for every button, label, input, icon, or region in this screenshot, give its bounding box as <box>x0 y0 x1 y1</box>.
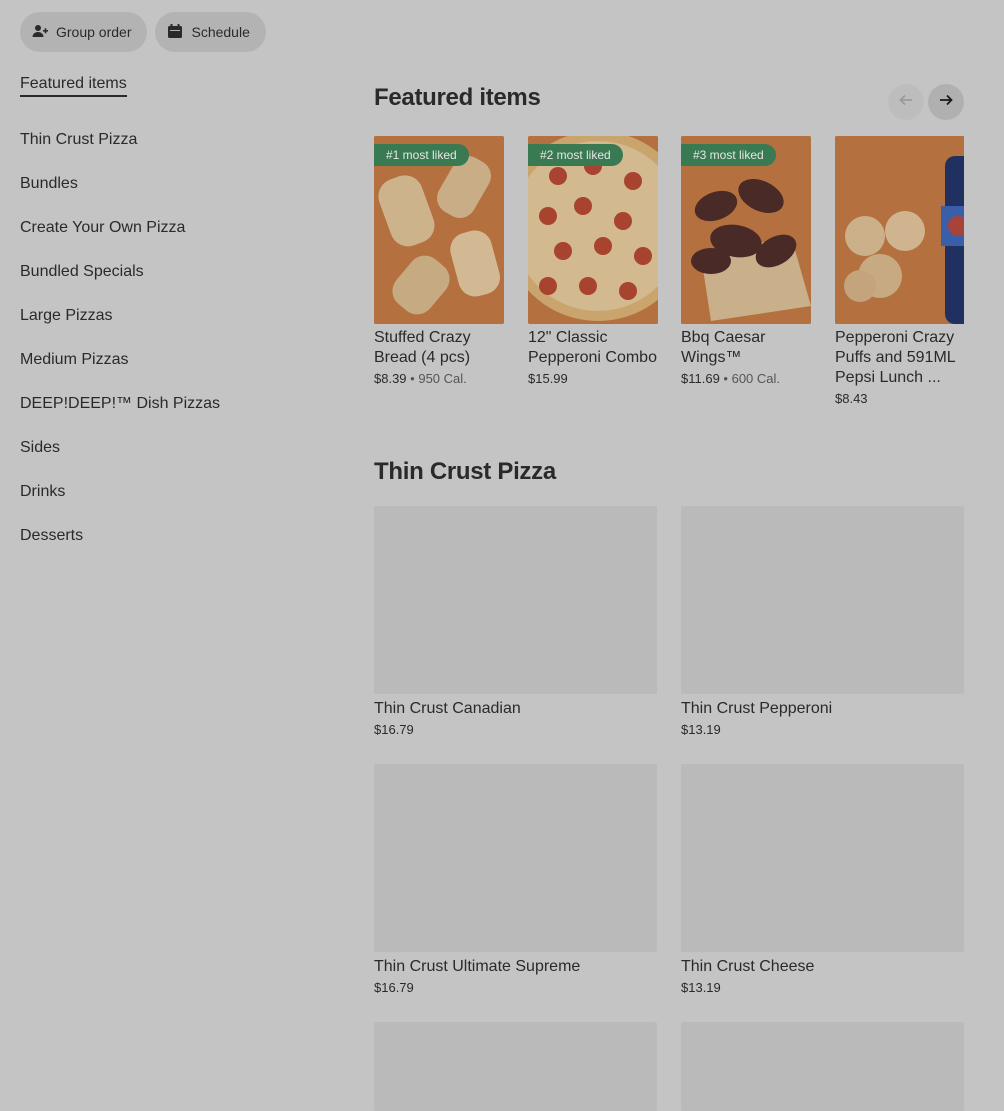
menu-item-image-placeholder <box>374 1022 657 1111</box>
menu-item-card[interactable] <box>681 1022 964 1111</box>
featured-item-price: $15.99 <box>528 371 568 386</box>
menu-item-name: Thin Crust Pepperoni <box>681 700 833 717</box>
sidebar-item-drinks[interactable]: Drinks <box>20 470 320 514</box>
pepperoni-pizza-image: #2 most liked <box>528 136 658 324</box>
menu-item-price: $13.19 <box>681 722 721 737</box>
sidebar-item-sides[interactable]: Sides <box>20 426 320 470</box>
featured-item-price: $11.69 <box>681 371 720 386</box>
menu-item-card[interactable]: Thin Crust Canadian $16.79 <box>374 506 657 737</box>
featured-item-name: Bbq Caesar Wings™ <box>681 329 766 366</box>
featured-item-calories: • 600 Cal. <box>723 371 781 386</box>
schedule-label: Schedule <box>191 24 250 40</box>
sidebar-item-medium-pizzas[interactable]: Medium Pizzas <box>20 338 320 382</box>
menu-item-image-placeholder <box>374 506 657 694</box>
sidebar-item-large-pizzas[interactable]: Large Pizzas <box>20 294 320 338</box>
arrow-right-icon <box>938 92 954 113</box>
featured-item-name: 12" Classic Pepperoni Combo <box>528 329 657 366</box>
menu-item-image-placeholder <box>681 506 964 694</box>
sidebar-item-bundles[interactable]: Bundles <box>20 162 320 206</box>
menu-item-card[interactable]: Thin Crust Pepperoni $13.19 <box>681 506 964 737</box>
featured-carousel: #1 most liked Stuffed Crazy Bread (4 pcs… <box>374 136 964 426</box>
rank-badge: #2 most liked <box>528 144 623 166</box>
stuffed-crazy-bread-image: #1 most liked <box>374 136 504 324</box>
group-order-button[interactable]: Group order <box>20 12 148 52</box>
menu-item-card[interactable]: Thin Crust Ultimate Supreme $16.79 <box>374 764 657 995</box>
add-person-icon <box>32 23 48 42</box>
featured-item-name: Pepperoni Crazy Puffs and 591ML Pepsi Lu… <box>835 329 956 386</box>
featured-item-calories: • 950 Cal. <box>410 371 467 386</box>
arrow-left-icon <box>898 92 914 113</box>
thin-crust-section-title: Thin Crust Pizza <box>374 458 556 485</box>
sidebar-item-featured-items[interactable]: Featured items <box>20 74 320 98</box>
rank-badge: #3 most liked <box>681 144 776 166</box>
sidebar-item-desserts[interactable]: Desserts <box>20 514 320 558</box>
schedule-button[interactable]: Schedule <box>155 12 266 52</box>
rank-badge: #1 most liked <box>374 144 469 166</box>
featured-item-card[interactable]: Pepperoni Crazy Puffs and 591ML Pepsi Lu… <box>835 136 964 406</box>
carousel-next-button[interactable] <box>928 84 964 120</box>
menu-item-card[interactable]: Thin Crust Cheese $13.19 <box>681 764 964 995</box>
sidebar-item-deep-dish-pizzas[interactable]: DEEP!DEEP!™ Dish Pizzas <box>20 382 320 426</box>
menu-item-image-placeholder <box>681 1022 964 1111</box>
calendar-icon <box>167 23 183 42</box>
sidebar-item-create-your-own-pizza[interactable]: Create Your Own Pizza <box>20 206 320 250</box>
sidebar-item-bundled-specials[interactable]: Bundled Specials <box>20 250 320 294</box>
featured-item-card[interactable]: #3 most liked Bbq Caesar Wings™ $11.69 •… <box>681 136 811 386</box>
menu-item-price: $16.79 <box>374 722 414 737</box>
bbq-wings-image: #3 most liked <box>681 136 811 324</box>
featured-item-name: Stuffed Crazy Bread (4 pcs) <box>374 329 471 366</box>
menu-item-image-placeholder <box>374 764 657 952</box>
crazy-puffs-pepsi-image <box>835 136 964 324</box>
carousel-nav <box>888 84 964 120</box>
menu-item-image-placeholder <box>681 764 964 952</box>
menu-main: Featured items #1 most liked Stuffed Cra… <box>374 84 964 1111</box>
menu-item-price: $16.79 <box>374 980 414 995</box>
featured-item-card[interactable]: #1 most liked Stuffed Crazy Bread (4 pcs… <box>374 136 504 386</box>
menu-item-name: Thin Crust Canadian <box>374 700 521 717</box>
category-sidebar: Featured items Thin Crust Pizza Bundles … <box>20 74 320 558</box>
carousel-prev-button[interactable] <box>888 84 924 120</box>
featured-item-card[interactable]: #2 most liked 12" Classic Pepperoni Comb… <box>528 136 658 386</box>
featured-section-title: Featured items <box>374 84 541 111</box>
featured-item-price: $8.43 <box>835 391 868 406</box>
menu-item-price: $13.19 <box>681 980 721 995</box>
featured-item-price: $8.39 <box>374 371 407 386</box>
menu-item-card[interactable] <box>374 1022 657 1111</box>
menu-item-name: Thin Crust Ultimate Supreme <box>374 958 581 975</box>
group-order-label: Group order <box>56 24 132 40</box>
sidebar-item-thin-crust-pizza[interactable]: Thin Crust Pizza <box>20 118 320 162</box>
menu-item-name: Thin Crust Cheese <box>681 958 815 975</box>
top-bar: Group order Schedule <box>20 12 266 52</box>
